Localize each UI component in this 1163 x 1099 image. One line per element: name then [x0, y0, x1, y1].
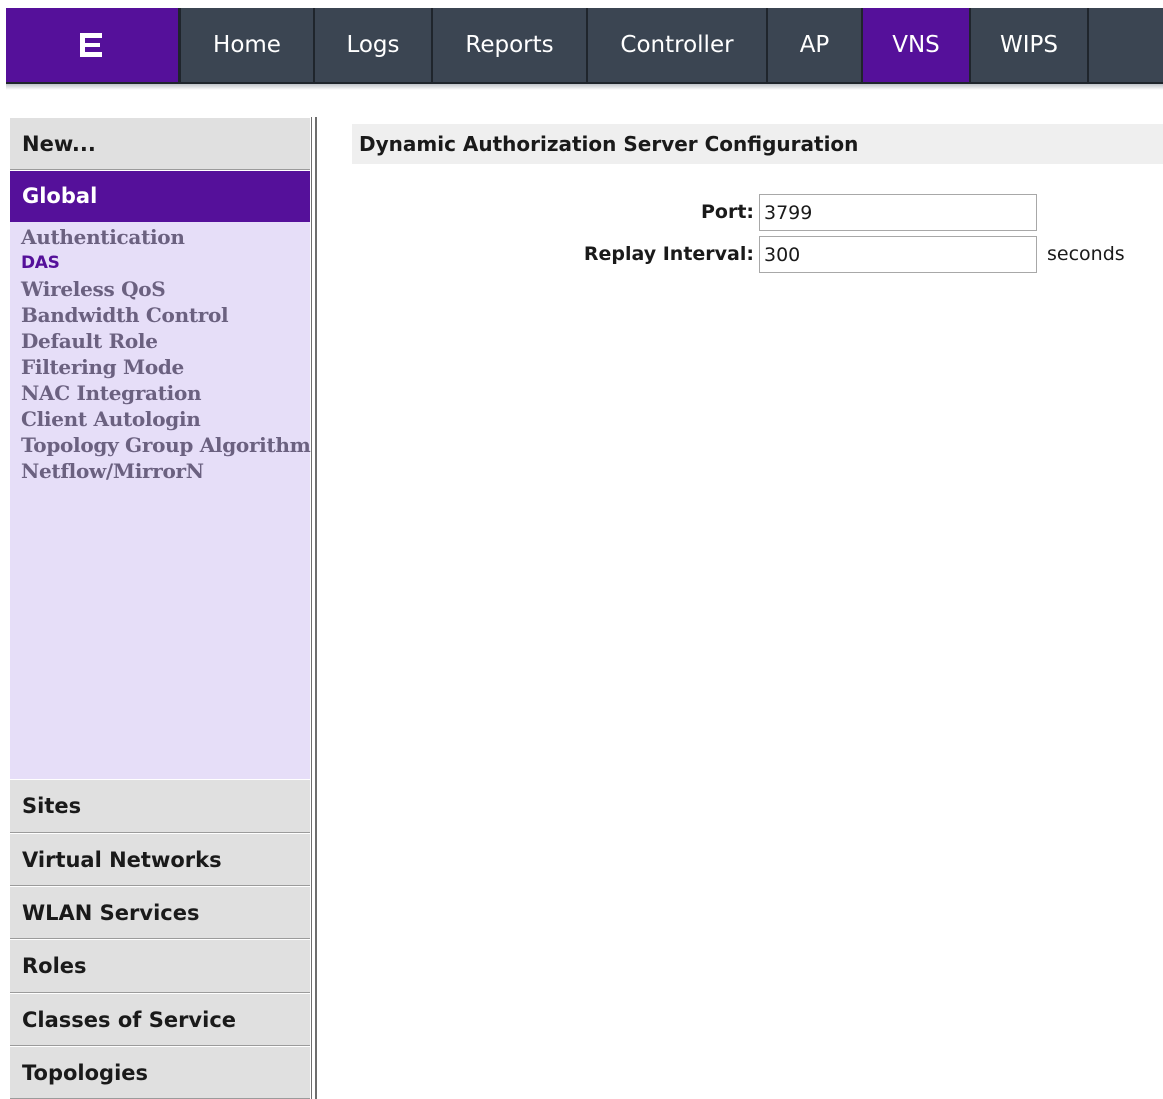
- sidebar-item-das[interactable]: DAS: [21, 250, 311, 276]
- replay-interval-input[interactable]: [759, 236, 1037, 273]
- top-navigation-bar: Home Logs Reports Controller AP VNS WIPS: [6, 8, 1163, 84]
- sidebar-item-netflow-mirrorn[interactable]: Netflow/MirrorN: [21, 458, 311, 484]
- nav-tab-wips[interactable]: WIPS: [971, 8, 1089, 82]
- extreme-networks-logo-icon: [80, 33, 102, 57]
- sidebar-splitter-handle[interactable]: [315, 117, 317, 1099]
- sidebar-item-bandwidth-control[interactable]: Bandwidth Control: [21, 302, 311, 328]
- sidebar-item-topology-group-algorithm[interactable]: Topology Group Algorithm: [21, 432, 311, 458]
- sidebar-item-authentication[interactable]: Authentication: [21, 224, 311, 250]
- nav-tab-ap[interactable]: AP: [768, 8, 863, 82]
- sidebar-section-classes-of-service[interactable]: Classes of Service: [10, 993, 310, 1046]
- sidebar-section-topologies[interactable]: Topologies: [10, 1046, 310, 1099]
- page-title: Dynamic Authorization Server Configurati…: [352, 124, 1163, 164]
- home-logo[interactable]: [6, 8, 181, 82]
- sidebar-section-global[interactable]: Global: [10, 170, 310, 222]
- sidebar-item-wireless-qos[interactable]: Wireless QoS: [21, 276, 311, 302]
- replay-interval-label: Replay Interval:: [583, 243, 754, 265]
- port-input[interactable]: [759, 194, 1037, 231]
- sidebar-section-new[interactable]: New...: [10, 117, 310, 170]
- nav-tab-home[interactable]: Home: [181, 8, 315, 82]
- sidebar-item-nac-integration[interactable]: NAC Integration: [21, 380, 311, 406]
- sidebar-section-roles[interactable]: Roles: [10, 939, 310, 993]
- replay-interval-unit: seconds: [1047, 243, 1125, 265]
- global-submenu: Authentication DAS Wireless QoS Bandwidt…: [21, 224, 311, 484]
- sidebar-section-sites[interactable]: Sites: [10, 779, 310, 833]
- sidebar-item-default-role[interactable]: Default Role: [21, 328, 311, 354]
- sidebar-item-filtering-mode[interactable]: Filtering Mode: [21, 354, 311, 380]
- nav-shadow: [6, 84, 1163, 90]
- sidebar: New... Global Authentication DAS Wireles…: [10, 117, 311, 1099]
- nav-tab-controller[interactable]: Controller: [588, 8, 768, 82]
- sidebar-section-virtual-networks[interactable]: Virtual Networks: [10, 833, 310, 886]
- nav-tab-reports[interactable]: Reports: [433, 8, 588, 82]
- port-label: Port:: [700, 201, 754, 223]
- sidebar-splitter-line: [311, 117, 312, 1099]
- sidebar-item-client-autologin[interactable]: Client Autologin: [21, 406, 311, 432]
- nav-tab-vns[interactable]: VNS: [863, 8, 971, 82]
- sidebar-section-wlan-services[interactable]: WLAN Services: [10, 886, 310, 939]
- nav-tab-logs[interactable]: Logs: [315, 8, 433, 82]
